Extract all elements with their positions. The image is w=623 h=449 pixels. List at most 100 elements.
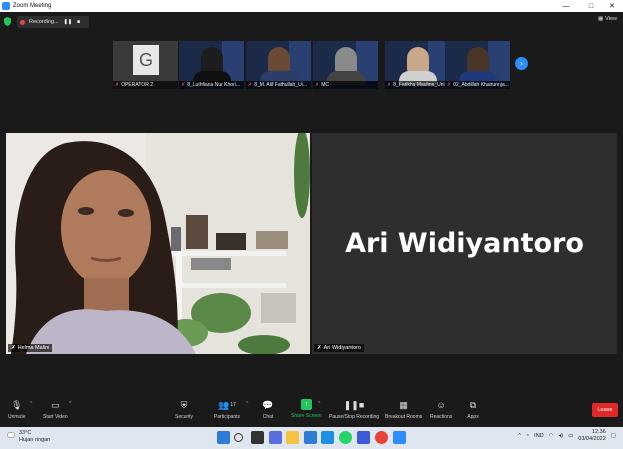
mic-muted-icon: 🎙 xyxy=(11,399,23,410)
windows-start-icon[interactable] xyxy=(217,431,230,444)
speaker-name-label: ✗ Ari Widiyantoro xyxy=(314,344,364,352)
mail-icon[interactable] xyxy=(304,431,317,444)
weather-condition: Hujan ringan xyxy=(19,437,51,443)
breakout-rooms-button[interactable]: ▦ Breakout Rooms xyxy=(385,399,422,425)
participants-count: 17 xyxy=(230,402,236,408)
record-button[interactable]: ❚❚■ Pause/Stop Recording xyxy=(329,399,379,425)
view-button[interactable]: ▦ View xyxy=(598,16,617,22)
battery-icon[interactable]: ▭ xyxy=(568,433,573,439)
participants-icon: 👥 17 xyxy=(218,399,236,410)
participant-thumbnail[interactable]: ✗ MC xyxy=(313,41,378,89)
participant-name: ✗ 8_M. Alif Fathullah_Ui... xyxy=(246,81,311,89)
app-icon[interactable] xyxy=(357,431,370,444)
muted-mic-icon: ✗ xyxy=(181,82,186,88)
network-icon[interactable]: ◔ xyxy=(526,433,529,439)
widgets-icon[interactable] xyxy=(269,431,282,444)
wifi-icon[interactable]: ◠ xyxy=(549,433,554,439)
edge-icon[interactable] xyxy=(321,431,334,444)
participant-initial: G xyxy=(133,45,159,75)
clock-time: 12.36 xyxy=(592,429,606,435)
share-arrow-icon: ↑ xyxy=(300,399,312,410)
minimize-button[interactable]: — xyxy=(555,0,577,12)
chevron-up-icon[interactable]: ^ xyxy=(246,401,248,407)
chevron-up-icon[interactable]: ^ xyxy=(318,401,320,407)
smiley-plus-icon: ☺ xyxy=(436,400,446,410)
search-icon[interactable] xyxy=(234,433,243,442)
clock[interactable]: 12.36 03/04/2022 xyxy=(578,429,606,443)
chevron-up-icon[interactable]: ^ xyxy=(69,401,71,407)
pause-stop-icon: ❚❚■ xyxy=(343,399,365,410)
recording-indicator: Recording... ❚❚ ■ xyxy=(17,16,89,28)
participant-thumbnail[interactable]: ✗ 8_Farikha Maulina_Uni... xyxy=(385,41,450,89)
chrome-icon[interactable] xyxy=(375,431,388,444)
task-view-icon[interactable] xyxy=(251,431,264,444)
recording-dot-icon xyxy=(20,19,25,25)
participant-thumbnail[interactable]: ✗ 8_M. Alif Fathullah_Ui... xyxy=(246,41,311,89)
apps-button[interactable]: ⧉ Apps xyxy=(467,399,479,425)
video-off-icon: ▭ xyxy=(51,399,60,410)
grid-icon: ▦ xyxy=(597,16,604,22)
chat-button[interactable]: 💬 Chat xyxy=(262,399,274,425)
breakout-label: Breakout Rooms xyxy=(385,414,423,420)
file-explorer-icon[interactable] xyxy=(286,431,299,444)
participant-name: ✗ 8_Luthfiana Nur Khori... xyxy=(179,81,244,89)
security-button[interactable]: ⛨ Security xyxy=(175,399,193,425)
share-screen-button[interactable]: ↑ Share Screen xyxy=(291,399,322,425)
chevron-up-icon[interactable]: ^ xyxy=(518,433,521,439)
pause-recording-icon[interactable]: ❚❚ xyxy=(64,19,72,25)
muted-mic-icon: ✗ xyxy=(447,82,452,88)
main-video-name-label: ✗ Helma Malini xyxy=(8,344,53,352)
muted-mic-icon: ✗ xyxy=(11,345,16,351)
zoom-logo-icon xyxy=(2,2,10,10)
participant-name: ✗ OPERATOR 2 xyxy=(113,81,178,89)
participant-name: ✗ 8_Farikha Maulina_Uni... xyxy=(385,81,450,89)
muted-mic-icon: ✗ xyxy=(387,82,392,88)
record-label: Pause/Stop Recording xyxy=(329,414,380,420)
speaker-display-name: Ari Widiyantoro xyxy=(345,228,584,259)
apps-icon: ⧉ xyxy=(469,399,477,410)
participant-thumbnail[interactable]: ✗ 02_Abdillah Khairunnja... xyxy=(445,41,510,89)
start-video-button[interactable]: ▭ Start Video xyxy=(43,399,68,425)
stop-recording-icon[interactable]: ■ xyxy=(77,19,80,25)
maximize-button[interactable]: □ xyxy=(580,0,602,12)
participant-thumbnail[interactable]: G ✗ OPERATOR 2 xyxy=(113,41,178,89)
muted-mic-icon: ✗ xyxy=(248,82,253,88)
meeting-toolbar: 🎙 Unmute ^ ▭ Start Video ^ ⛨ Security 👥 1… xyxy=(0,397,623,427)
reactions-button[interactable]: ☺ Reactions xyxy=(430,399,452,425)
security-shield-icon[interactable] xyxy=(4,17,11,26)
apps-label: Apps xyxy=(467,414,479,420)
speaker-tile[interactable]: Ari Widiyantoro ✗ Ari Widiyantoro xyxy=(312,133,617,354)
window-titlebar: Zoom Meeting — □ ✕ xyxy=(0,0,623,12)
close-button[interactable]: ✕ xyxy=(601,0,623,12)
start-video-label: Start Video xyxy=(43,414,68,420)
participant-thumbnail[interactable]: ✗ 8_Luthfiana Nur Khori... xyxy=(179,41,244,89)
system-tray: ^ ◔ IND ◠ ◂) ▭ 12.36 03/04/2022 ▢ xyxy=(518,429,616,443)
notification-icon[interactable]: ▢ xyxy=(611,433,616,439)
view-label: View xyxy=(605,16,617,22)
volume-icon[interactable]: ◂) xyxy=(558,433,563,439)
whatsapp-icon[interactable] xyxy=(339,431,352,444)
next-page-button[interactable]: › xyxy=(515,57,528,70)
security-label: Security xyxy=(175,414,194,420)
participants-label: Participants xyxy=(213,414,241,420)
clock-date: 03/04/2022 xyxy=(578,436,606,442)
muted-mic-icon: ✗ xyxy=(115,82,120,88)
leave-button[interactable]: Leave xyxy=(592,403,618,417)
zoom-taskbar-icon[interactable] xyxy=(393,431,406,444)
muted-mic-icon: ✗ xyxy=(315,82,320,88)
main-video-tile[interactable]: ✗ Helma Malini xyxy=(6,133,310,354)
participant-name: ✗ MC xyxy=(313,81,378,89)
breakout-grid-icon: ▦ xyxy=(399,399,408,410)
muted-mic-icon: ✗ xyxy=(317,345,322,351)
chevron-up-icon[interactable]: ^ xyxy=(30,401,32,407)
windows-taskbar: 33°C Hujan ringan ^ ◔ IND ◠ ◂) ▭ 12.36 0… xyxy=(0,427,623,449)
language-indicator[interactable]: IND xyxy=(534,433,543,439)
unmute-label: Unmute xyxy=(8,414,26,420)
shield-icon: ⛨ xyxy=(180,399,188,410)
window-title: Zoom Meeting xyxy=(13,3,52,9)
recording-label: Recording... xyxy=(29,19,59,25)
cloud-rain-icon xyxy=(7,432,15,438)
participants-button[interactable]: 👥 17 Participants xyxy=(213,399,241,425)
weather-widget[interactable]: 33°C Hujan ringan xyxy=(7,430,50,444)
unmute-button[interactable]: 🎙 Unmute xyxy=(8,399,26,425)
